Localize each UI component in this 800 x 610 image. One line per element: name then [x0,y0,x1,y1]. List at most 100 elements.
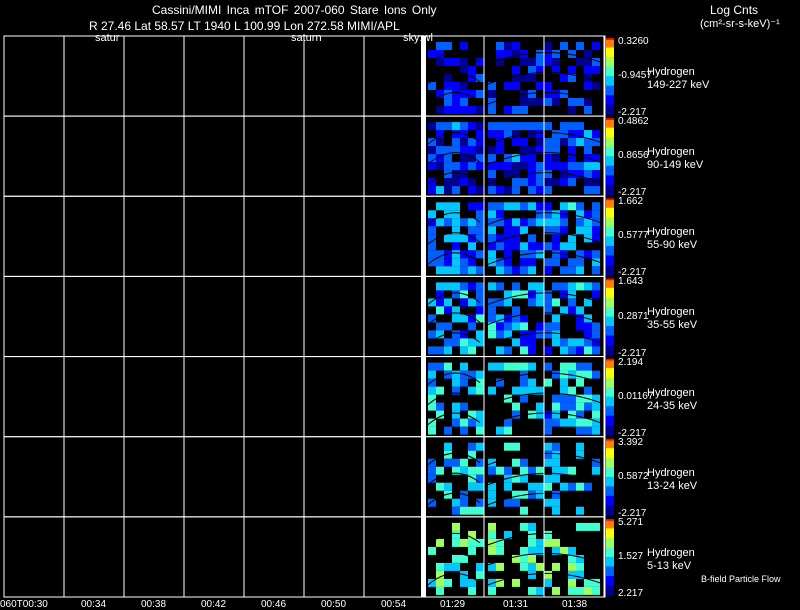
heatmap-cell [528,202,536,211]
energy-range-label: 149-227 keV [647,79,710,91]
heatmap-cell [452,290,460,299]
heatmap-cell [584,226,592,235]
heatmap-cell [520,98,528,106]
heatmap-cell [520,266,528,275]
heatmap-cell [568,122,576,131]
heatmap-cell [436,50,444,58]
heatmap-cell [476,418,484,427]
heatmap-cell [460,106,468,114]
heatmap-cell [520,314,528,323]
heatmap-cell [544,450,552,459]
heatmap-cell [552,218,560,227]
heatmap-cell [584,210,592,219]
heatmap-cell [560,162,568,171]
heatmap-cell [544,42,552,50]
heatmap-cell [428,186,436,195]
heatmap-cell [592,290,600,299]
heatmap-cell [544,346,552,355]
heatmap-cell [444,74,452,82]
colorbar-mid-label: 0.5777 [618,230,649,241]
heatmap-cell [544,442,552,451]
heatmap-cell [584,50,592,58]
heatmap-cell [436,282,444,291]
heatmap-cell [584,146,592,155]
heatmap-cell [504,346,512,355]
heatmap-cell [512,138,520,147]
heatmap-cell [476,90,484,98]
heatmap-cell [468,66,476,74]
heatmap-cell [520,202,528,211]
heatmap-cell [544,218,552,227]
heatmap-cell [476,442,484,451]
heatmap-cell [496,546,504,555]
heatmap-cell [504,186,512,195]
heatmap-cell [504,482,512,491]
heatmap-cell [568,66,576,74]
heatmap-cell [544,202,552,211]
colorbar-max-label: 0.4862 [618,116,649,127]
heatmap-cell [576,362,584,371]
heatmap-cell [468,258,476,267]
species-label: Hydrogen [647,146,695,158]
heatmap-cell [528,410,536,419]
heatmap-cell [452,282,460,291]
heatmap-cell [552,258,560,267]
heatmap-cell [576,266,584,275]
heatmap-cell [544,378,552,387]
heatmap-cell [452,58,460,66]
heatmap-cell [512,202,520,211]
heatmap-cell [468,138,476,147]
colorbar-mid-label: 0.5872 [618,471,649,482]
heatmap-cell [476,130,484,139]
heatmap-cell [552,282,560,291]
heatmap-cell [460,178,468,187]
heatmap-cell [520,346,528,355]
heatmap-cell [552,242,560,251]
heatmap-cell [488,330,496,339]
heatmap-cell [552,562,560,571]
heatmap-cell [520,474,528,483]
heatmap-cell [560,482,568,491]
heatmap-cell [428,386,436,395]
heatmap-cell [584,522,592,531]
heatmap-cell [584,330,592,339]
heatmap-cell [512,122,520,131]
heatmap-cell [452,106,460,114]
heatmap-cell [536,50,544,58]
heatmap-cell [528,74,536,82]
heatmap-cell [444,578,452,587]
heatmap-cell [460,426,468,435]
heatmap-cell [512,306,520,315]
heatmap-cell [452,498,460,507]
heatmap-cell [584,346,592,355]
heatmap-cell [444,346,452,355]
colorbar-max-label: 3.392 [618,437,644,448]
heatmap-cell [444,426,452,435]
heatmap-cell [536,98,544,106]
heatmap-cell [468,202,476,211]
heatmap-cell [544,538,552,547]
heatmap-cell [536,562,544,571]
species-label: Hydrogen [647,66,695,78]
heatmap-cell [468,146,476,155]
heatmap-cell [488,130,496,139]
heatmap-cell [468,546,476,555]
heatmap-cell [576,338,584,347]
heatmap-cell [452,210,460,219]
heatmap-cell [576,418,584,427]
heatmap-cell [476,226,484,235]
heatmap-cell [444,266,452,275]
heatmap-cell [528,562,536,571]
heatmap-cell [488,530,496,539]
heatmap-cell [428,250,436,259]
heatmap-cell [436,330,444,339]
heatmap-cell [536,178,544,187]
heatmap-cell [568,266,576,275]
colorbar-mid-label: 1.527 [618,551,644,562]
heatmap-cell [460,314,468,323]
heatmap-cell [444,98,452,106]
heatmap-cell [488,490,496,499]
heatmap-cell [552,410,560,419]
heatmap-cell [504,122,512,131]
heatmap-cell [476,426,484,435]
